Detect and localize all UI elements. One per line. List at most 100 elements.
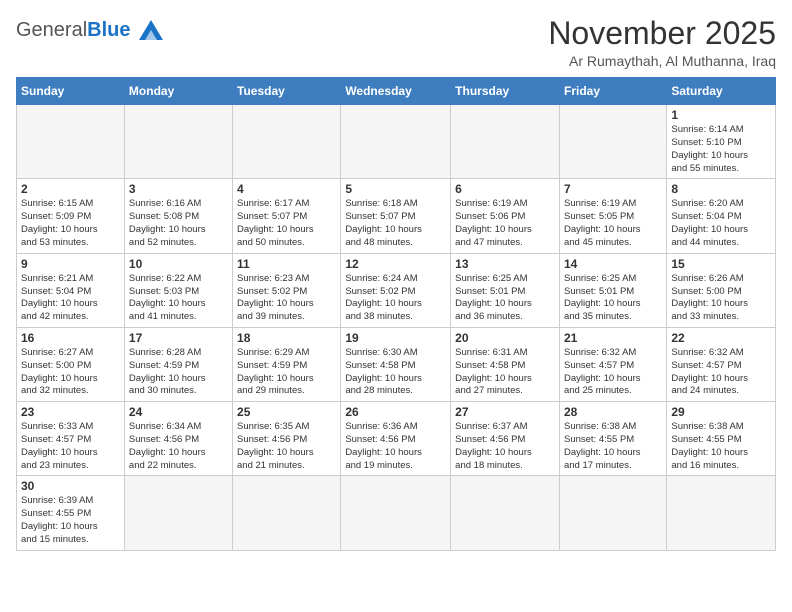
day-info: Sunrise: 6:29 AM Sunset: 4:59 PM Dayligh… xyxy=(237,347,336,398)
week-row-1: 1Sunrise: 6:14 AM Sunset: 5:10 PM Daylig… xyxy=(17,105,776,179)
calendar-cell: 29 Sunrise: 6:38 AM Sunset: 4:55 PM Dayli… xyxy=(667,402,776,476)
calendar-cell: 18Sunrise: 6:29 AM Sunset: 4:59 PM Dayli… xyxy=(233,327,341,401)
day-number: 25 xyxy=(237,405,336,419)
calendar-cell: 20Sunrise: 6:31 AM Sunset: 4:58 PM Dayli… xyxy=(451,327,560,401)
day-number: 21 xyxy=(564,331,662,345)
day-info: Sunrise: 6:32 AM Sunset: 4:57 PM Dayligh… xyxy=(564,347,662,398)
day-number: 29 xyxy=(671,405,771,419)
day-number: 7 xyxy=(564,182,662,196)
day-info: Sunrise: 6:17 AM Sunset: 5:07 PM Dayligh… xyxy=(237,198,336,249)
day-info: Sunrise: 6:25 AM Sunset: 5:01 PM Dayligh… xyxy=(564,273,662,324)
day-info: Sunrise: 6:34 AM Sunset: 4:56 PM Dayligh… xyxy=(129,421,228,472)
calendar-cell: 28 Sunrise: 6:38 AM Sunset: 4:55 PM Dayli… xyxy=(559,402,666,476)
calendar-cell xyxy=(341,476,451,550)
day-info: Sunrise: 6:22 AM Sunset: 5:03 PM Dayligh… xyxy=(129,273,228,324)
calendar-cell: 12Sunrise: 6:24 AM Sunset: 5:02 PM Dayli… xyxy=(341,253,451,327)
calendar-cell xyxy=(451,105,560,179)
calendar-cell: 3 Sunrise: 6:16 AM Sunset: 5:08 PM Daylig… xyxy=(124,179,232,253)
day-number: 20 xyxy=(455,331,555,345)
day-number: 30 xyxy=(21,479,120,493)
week-row-2: 2Sunrise: 6:15 AM Sunset: 5:09 PM Daylig… xyxy=(17,179,776,253)
header-tuesday: Tuesday xyxy=(233,78,341,105)
day-number: 17 xyxy=(129,331,228,345)
day-info: Sunrise: 6:19 AM Sunset: 5:05 PM Dayligh… xyxy=(564,198,662,249)
day-info: Sunrise: 6:14 AM Sunset: 5:10 PM Dayligh… xyxy=(671,124,771,175)
week-row-4: 16Sunrise: 6:27 AM Sunset: 5:00 PM Dayli… xyxy=(17,327,776,401)
day-number: 12 xyxy=(345,257,446,271)
calendar-cell: 27 Sunrise: 6:37 AM Sunset: 4:56 PM Dayli… xyxy=(451,402,560,476)
day-number: 26 xyxy=(345,405,446,419)
day-number: 11 xyxy=(237,257,336,271)
day-info: Sunrise: 6:28 AM Sunset: 4:59 PM Dayligh… xyxy=(129,347,228,398)
calendar-cell xyxy=(341,105,451,179)
week-row-5: 23Sunrise: 6:33 AM Sunset: 4:57 PM Dayli… xyxy=(17,402,776,476)
calendar-cell: 5 Sunrise: 6:18 AM Sunset: 5:07 PM Daylig… xyxy=(341,179,451,253)
logo-area: General Blue xyxy=(16,16,167,44)
calendar-cell: 14 Sunrise: 6:25 AM Sunset: 5:01 PM Dayli… xyxy=(559,253,666,327)
day-info: Sunrise: 6:35 AM Sunset: 4:56 PM Dayligh… xyxy=(237,421,336,472)
day-number: 19 xyxy=(345,331,446,345)
location-subtitle: Ar Rumaythah, Al Muthanna, Iraq xyxy=(548,53,776,69)
calendar-cell xyxy=(233,476,341,550)
day-info: Sunrise: 6:25 AM Sunset: 5:01 PM Dayligh… xyxy=(455,273,555,324)
calendar-cell: 16Sunrise: 6:27 AM Sunset: 5:00 PM Dayli… xyxy=(17,327,125,401)
day-info: Sunrise: 6:19 AM Sunset: 5:06 PM Dayligh… xyxy=(455,198,555,249)
day-info: Sunrise: 6:23 AM Sunset: 5:02 PM Dayligh… xyxy=(237,273,336,324)
day-info: Sunrise: 6:21 AM Sunset: 5:04 PM Dayligh… xyxy=(21,273,120,324)
day-number: 23 xyxy=(21,405,120,419)
calendar-header: SundayMondayTuesdayWednesdayThursdayFrid… xyxy=(17,78,776,105)
header-monday: Monday xyxy=(124,78,232,105)
calendar-cell xyxy=(233,105,341,179)
calendar-cell: 6 Sunrise: 6:19 AM Sunset: 5:06 PM Daylig… xyxy=(451,179,560,253)
day-info: Sunrise: 6:15 AM Sunset: 5:09 PM Dayligh… xyxy=(21,198,120,249)
day-number: 16 xyxy=(21,331,120,345)
day-info: Sunrise: 6:16 AM Sunset: 5:08 PM Dayligh… xyxy=(129,198,228,249)
day-number: 3 xyxy=(129,182,228,196)
day-number: 15 xyxy=(671,257,771,271)
calendar-cell xyxy=(17,105,125,179)
logo-blue-text: Blue xyxy=(87,19,130,42)
calendar-cell: 9Sunrise: 6:21 AM Sunset: 5:04 PM Daylig… xyxy=(17,253,125,327)
day-number: 5 xyxy=(345,182,446,196)
day-info: Sunrise: 6:36 AM Sunset: 4:56 PM Dayligh… xyxy=(345,421,446,472)
calendar-cell: 19Sunrise: 6:30 AM Sunset: 4:58 PM Dayli… xyxy=(341,327,451,401)
day-number: 28 xyxy=(564,405,662,419)
logo-general-text: General xyxy=(16,19,87,42)
day-info: Sunrise: 6:18 AM Sunset: 5:07 PM Dayligh… xyxy=(345,198,446,249)
calendar-cell: 7 Sunrise: 6:19 AM Sunset: 5:05 PM Daylig… xyxy=(559,179,666,253)
day-info: Sunrise: 6:38 AM Sunset: 4:55 PM Dayligh… xyxy=(564,421,662,472)
week-row-6: 30Sunrise: 6:39 AM Sunset: 4:55 PM Dayli… xyxy=(17,476,776,550)
day-info: Sunrise: 6:37 AM Sunset: 4:56 PM Dayligh… xyxy=(455,421,555,472)
logo-icon xyxy=(135,16,167,44)
calendar-cell: 25 Sunrise: 6:35 AM Sunset: 4:56 PM Dayli… xyxy=(233,402,341,476)
month-title: November 2025 xyxy=(548,16,776,51)
week-row-3: 9Sunrise: 6:21 AM Sunset: 5:04 PM Daylig… xyxy=(17,253,776,327)
header-sunday: Sunday xyxy=(17,78,125,105)
page-header: General Blue November 2025 Ar Rumaythah,… xyxy=(16,16,776,69)
calendar-cell: 11 Sunrise: 6:23 AM Sunset: 5:02 PM Dayli… xyxy=(233,253,341,327)
header-friday: Friday xyxy=(559,78,666,105)
calendar-cell: 4 Sunrise: 6:17 AM Sunset: 5:07 PM Daylig… xyxy=(233,179,341,253)
header-saturday: Saturday xyxy=(667,78,776,105)
calendar-cell: 17 Sunrise: 6:28 AM Sunset: 4:59 PM Dayli… xyxy=(124,327,232,401)
header-wednesday: Wednesday xyxy=(341,78,451,105)
day-number: 22 xyxy=(671,331,771,345)
day-info: Sunrise: 6:38 AM Sunset: 4:55 PM Dayligh… xyxy=(671,421,771,472)
day-number: 4 xyxy=(237,182,336,196)
logo: General Blue xyxy=(16,16,167,44)
calendar-cell: 15 Sunrise: 6:26 AM Sunset: 5:00 PM Dayli… xyxy=(667,253,776,327)
calendar-cell: 22 Sunrise: 6:32 AM Sunset: 4:57 PM Dayli… xyxy=(667,327,776,401)
header-thursday: Thursday xyxy=(451,78,560,105)
day-number: 6 xyxy=(455,182,555,196)
day-info: Sunrise: 6:32 AM Sunset: 4:57 PM Dayligh… xyxy=(671,347,771,398)
calendar-cell xyxy=(667,476,776,550)
day-info: Sunrise: 6:26 AM Sunset: 5:00 PM Dayligh… xyxy=(671,273,771,324)
calendar-cell xyxy=(559,105,666,179)
day-number: 27 xyxy=(455,405,555,419)
calendar-cell xyxy=(124,105,232,179)
day-number: 14 xyxy=(564,257,662,271)
calendar-cell: 2Sunrise: 6:15 AM Sunset: 5:09 PM Daylig… xyxy=(17,179,125,253)
calendar-cell xyxy=(451,476,560,550)
calendar-cell: 1Sunrise: 6:14 AM Sunset: 5:10 PM Daylig… xyxy=(667,105,776,179)
day-number: 10 xyxy=(129,257,228,271)
